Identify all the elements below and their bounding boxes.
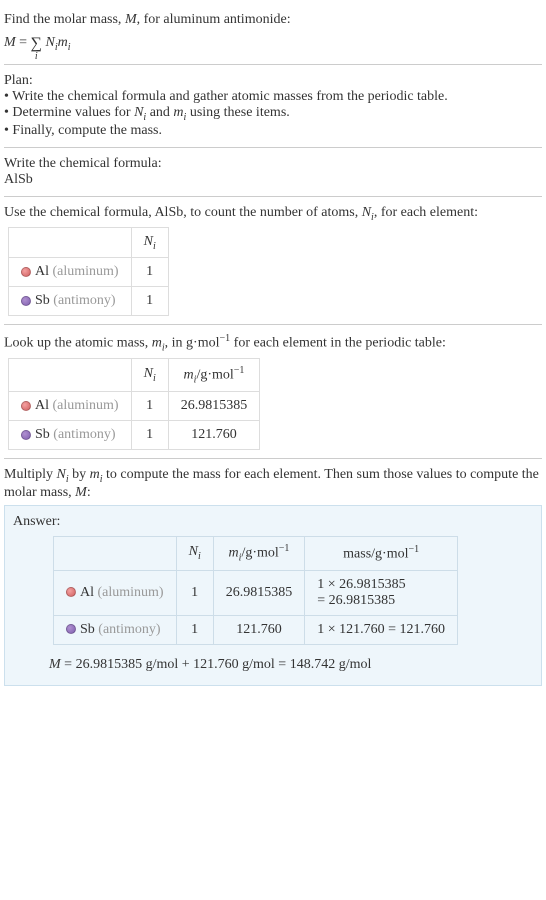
plan-item-3: • Finally, compute the mass. (4, 123, 542, 139)
answer-table: Ni mi/g·mol−1 mass/g·mol−1 Al (aluminum)… (53, 536, 458, 644)
count-atoms-section: Use the chemical formula, AlSb, to count… (4, 197, 542, 326)
plan-item-1: • Write the chemical formula and gather … (4, 89, 542, 105)
element-dot-al (21, 401, 31, 411)
n-cell: 1 (176, 570, 213, 615)
lookup-table: Ni mi/g·mol−1 Al (aluminum) 1 26.9815385… (8, 358, 260, 450)
table-row: Sb (antimony) 1 121.760 1 × 121.760 = 12… (54, 615, 458, 644)
chemical-formula-section: Write the chemical formula: AlSb (4, 148, 542, 197)
n-cell: 1 (131, 421, 168, 450)
element-cell-al: Al (aluminum) (9, 392, 132, 421)
answer-section: Multiply Ni by mi to compute the mass fo… (4, 459, 542, 693)
formula-n: N (45, 35, 54, 50)
intro-pre: Find the molar mass, (4, 12, 125, 27)
n-header: Ni (131, 227, 168, 258)
mass-cell: 1 × 26.9815385= 26.9815385 (305, 570, 458, 615)
table-row: Al (aluminum) 1 26.9815385 (9, 392, 260, 421)
mass-cell: 1 × 121.760 = 121.760 (305, 615, 458, 644)
table-row: Sb (antimony) 1 (9, 287, 169, 316)
element-dot-sb (21, 296, 31, 306)
n-cell: 1 (131, 258, 168, 287)
molar-mass-formula: M = ∑i Nimi (4, 30, 542, 56)
n-header: Ni (131, 358, 168, 391)
m-cell: 121.760 (168, 421, 260, 450)
formula-lhs: M (4, 35, 16, 50)
multiply-text: Multiply Ni by mi to compute the mass fo… (4, 467, 542, 501)
element-dot-sb (21, 430, 31, 440)
answer-label: Answer: (13, 514, 533, 530)
m-header: mi/g·mol−1 (168, 358, 260, 391)
table-header-row: Ni mi/g·mol−1 (9, 358, 260, 391)
intro-text: Find the molar mass, M, for aluminum ant… (4, 12, 542, 28)
m-header: mi/g·mol−1 (213, 537, 305, 570)
element-cell-al: Al (aluminum) (9, 258, 132, 287)
formula-eq: = (16, 35, 31, 50)
n-cell: 1 (131, 392, 168, 421)
element-cell-sb: Sb (antimony) (9, 287, 132, 316)
formula-m-sub: i (68, 42, 71, 53)
element-cell-sb: Sb (antimony) (9, 421, 132, 450)
answer-inner: Ni mi/g·mol−1 mass/g·mol−1 Al (aluminum)… (13, 536, 533, 672)
formula-m: m (58, 35, 68, 50)
lookup-section: Look up the atomic mass, mi, in g·mol−1 … (4, 325, 542, 459)
answer-box: Answer: Ni mi/g·mol−1 mass/g·mol−1 Al (a… (4, 505, 542, 685)
plan-header: Plan: (4, 73, 542, 89)
m-cell: 26.9815385 (213, 570, 305, 615)
intro-var-m: M (125, 12, 137, 27)
table-header-row: Ni mi/g·mol−1 mass/g·mol−1 (54, 537, 458, 570)
table-row: Al (aluminum) 1 (9, 258, 169, 287)
n-cell: 1 (176, 615, 213, 644)
chem-formula: AlSb (4, 172, 542, 188)
lookup-text: Look up the atomic mass, mi, in g·mol−1 … (4, 333, 542, 353)
element-dot-al (66, 587, 76, 597)
n-cell: 1 (131, 287, 168, 316)
count-table: Ni Al (aluminum) 1 Sb (antimony) 1 (8, 227, 169, 317)
n-header: Ni (176, 537, 213, 570)
element-dot-al (21, 267, 31, 277)
intro-section: Find the molar mass, M, for aluminum ant… (4, 4, 542, 65)
mass-header: mass/g·mol−1 (305, 537, 458, 570)
plan-section: Plan: • Write the chemical formula and g… (4, 65, 542, 148)
element-cell-sb: Sb (antimony) (54, 615, 177, 644)
final-result: M = 26.9815385 g/mol + 121.760 g/mol = 1… (49, 657, 533, 673)
chem-header: Write the chemical formula: (4, 156, 542, 172)
element-dot-sb (66, 624, 76, 634)
count-text: Use the chemical formula, AlSb, to count… (4, 205, 542, 223)
table-header-row: Ni (9, 227, 169, 258)
sigma-symbol: ∑i (31, 36, 42, 62)
m-cell: 26.9815385 (168, 392, 260, 421)
table-row: Sb (antimony) 1 121.760 (9, 421, 260, 450)
empty-header (54, 537, 177, 570)
empty-header (9, 227, 132, 258)
element-cell-al: Al (aluminum) (54, 570, 177, 615)
table-row: Al (aluminum) 1 26.9815385 1 × 26.981538… (54, 570, 458, 615)
plan-item-2: • Determine values for Ni and mi using t… (4, 105, 542, 123)
empty-header (9, 358, 132, 391)
intro-post: , for aluminum antimonide: (137, 12, 291, 27)
m-cell: 121.760 (213, 615, 305, 644)
